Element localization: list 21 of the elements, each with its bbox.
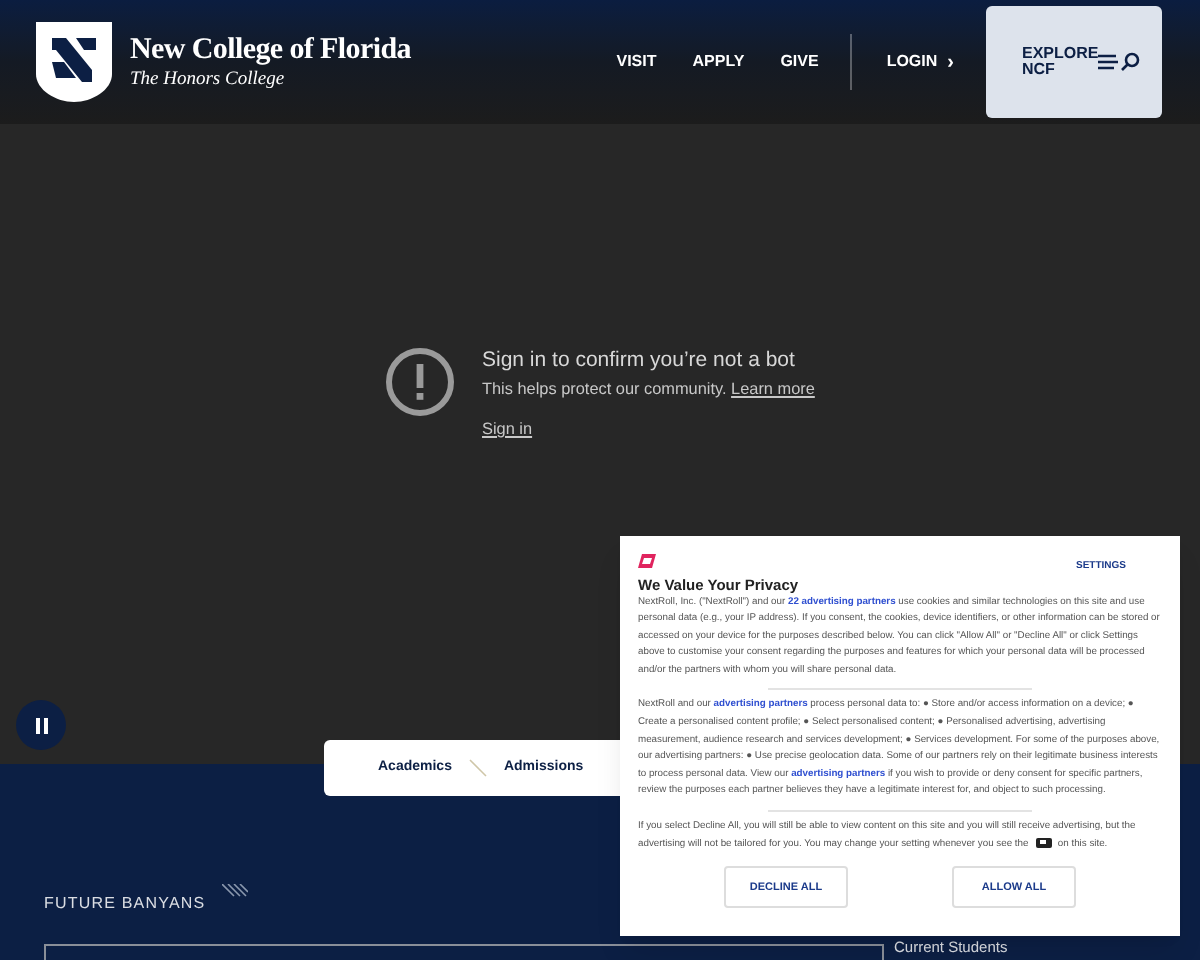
hatch-icon [222,884,248,898]
warning-icon [384,346,456,418]
notice-text: This helps protect our community. Learn more [482,378,815,402]
section-heading: FUTURE BANYANS [44,892,206,916]
consent-badge-icon [1035,837,1052,848]
nav-link[interactable]: VISIT [616,50,657,74]
college-tagline: The Honors College [130,67,287,91]
explore-button[interactable]: EXPLORE NCF [986,6,1162,118]
learn-more-link[interactable]: Learn more [731,380,815,398]
menu-search-icon [1098,52,1142,72]
pause-button[interactable] [16,700,66,750]
shield-logo-icon[interactable] [36,22,112,102]
college-name: New College of Florida [130,33,411,67]
nav-link[interactable]: GIVE [780,50,819,74]
pause-icon [35,717,47,733]
sign-in-link[interactable]: Sign in [482,420,533,438]
slash-divider-icon [467,758,488,778]
brand-logo-icon [638,554,656,568]
notice-title: Sign in to confirm you’re not a bot [482,346,797,374]
login-link[interactable]: LOGIN › [886,47,954,77]
nav-link[interactable]: APPLY [692,50,745,74]
